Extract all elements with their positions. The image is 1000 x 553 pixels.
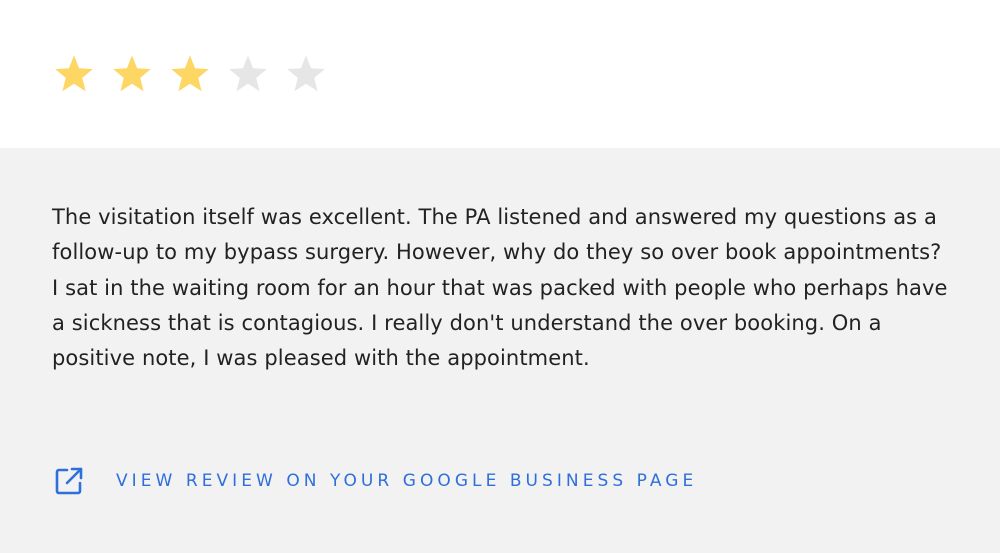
view-review-link[interactable]: VIEW REVIEW ON YOUR GOOGLE BUSINESS PAGE [52, 464, 697, 498]
star-empty-icon [284, 52, 328, 96]
external-link-icon [52, 464, 86, 498]
review-panel: The visitation itself was excellent. The… [0, 148, 1000, 553]
star-empty-icon [226, 52, 270, 96]
review-text: The visitation itself was excellent. The… [52, 205, 948, 371]
star-rating [52, 52, 342, 96]
rating-header [0, 0, 1000, 148]
star-filled-icon [52, 52, 96, 96]
star-filled-icon [110, 52, 154, 96]
star-filled-icon [168, 52, 212, 96]
view-review-link-label[interactable]: VIEW REVIEW ON YOUR GOOGLE BUSINESS PAGE [116, 471, 697, 491]
